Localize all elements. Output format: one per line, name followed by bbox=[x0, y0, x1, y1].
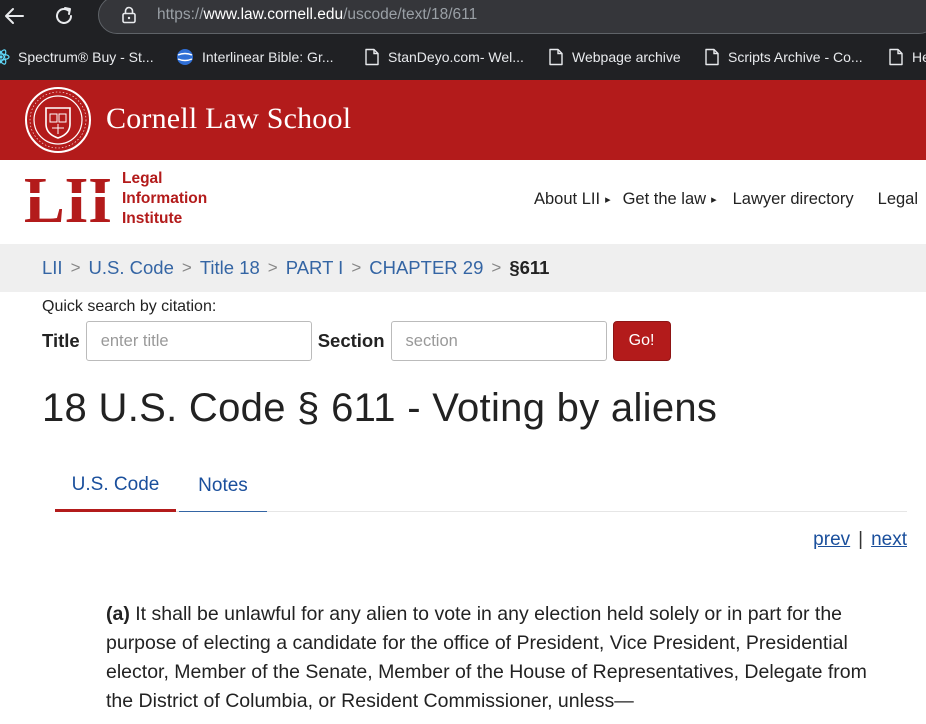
breadcrumb-title-18[interactable]: Title 18 bbox=[200, 257, 260, 279]
breadcrumb-separator: > bbox=[70, 258, 81, 277]
bookmark-label: Spectrum® Buy - St... bbox=[18, 49, 154, 65]
tab-us-code[interactable]: U.S. Code bbox=[55, 460, 176, 512]
breadcrumb-separator: > bbox=[267, 258, 278, 277]
lii-name[interactable]: Legal Information Institute bbox=[122, 169, 207, 229]
section-label: Section bbox=[317, 330, 385, 351]
bookmark-scripts-archive[interactable]: Scripts Archive - Co... bbox=[704, 48, 863, 66]
bookmark-label: Interlinear Bible: Gr... bbox=[202, 49, 334, 65]
next-link[interactable]: next bbox=[871, 529, 907, 550]
bookmark-cut-off[interactable]: He bbox=[888, 48, 926, 66]
statute-paragraph-a: (a) It shall be unlawful for any alien t… bbox=[106, 600, 896, 716]
lock-icon[interactable] bbox=[121, 6, 137, 24]
title-label: Title bbox=[42, 330, 80, 351]
lii-name-line: Institute bbox=[122, 210, 183, 227]
reload-icon bbox=[56, 7, 72, 24]
caret-right-icon: ▸ bbox=[711, 194, 717, 206]
nav-label: Legal bbox=[877, 190, 919, 208]
react-icon bbox=[0, 49, 10, 65]
bookmark-interlinear-bible[interactable]: Interlinear Bible: Gr... bbox=[176, 48, 334, 66]
url-host: www.law.cornell.edu bbox=[203, 6, 344, 23]
page-icon bbox=[365, 48, 379, 66]
bookmark-webpage-archive[interactable]: Webpage archive bbox=[548, 48, 681, 66]
nav-lawyer-directory[interactable]: Lawyer directory bbox=[733, 190, 854, 209]
url-text[interactable]: https://www.law.cornell.edu/uscode/text/… bbox=[157, 6, 477, 24]
page-title: 18 U.S. Code § 611 - Voting by aliens bbox=[42, 386, 718, 430]
breadcrumb-separator: > bbox=[181, 258, 192, 277]
breadcrumb: LII > U.S. Code > Title 18 > PART I > CH… bbox=[0, 244, 926, 292]
lii-name-line: Legal bbox=[122, 170, 163, 187]
nav-label: Get the law bbox=[622, 190, 707, 208]
section-input[interactable] bbox=[390, 321, 607, 361]
cornell-seal-logo[interactable] bbox=[24, 86, 92, 154]
prev-next-divider: | bbox=[858, 529, 864, 550]
top-navigation: About LII ▸ Get the law ▸ Lawyer directo… bbox=[534, 190, 926, 209]
prev-link[interactable]: prev bbox=[813, 529, 850, 550]
content-tabs: U.S. Code Notes bbox=[55, 460, 907, 512]
breadcrumb-separator: > bbox=[351, 258, 362, 277]
paragraph-marker: (a) bbox=[106, 603, 130, 625]
back-arrow-icon bbox=[5, 8, 24, 24]
paragraph-text: It shall be unlawful for any alien to vo… bbox=[106, 603, 867, 712]
bookmark-label: He bbox=[912, 49, 926, 65]
nav-legal[interactable]: Legal bbox=[878, 190, 918, 209]
caret-right-icon: ▸ bbox=[605, 194, 611, 206]
quick-search-label: Quick search by citation: bbox=[42, 298, 217, 315]
bookmark-label: Webpage archive bbox=[572, 49, 681, 65]
lii-logo-text: LII bbox=[24, 172, 112, 224]
quick-search-form: Title Section Go! bbox=[42, 321, 671, 361]
bookmark-label: Scripts Archive - Co... bbox=[728, 49, 863, 65]
reload-button[interactable] bbox=[50, 2, 78, 30]
back-button[interactable] bbox=[0, 2, 28, 30]
nav-get-the-law[interactable]: Get the law ▸ bbox=[623, 190, 717, 209]
breadcrumb-part-i[interactable]: PART I bbox=[286, 257, 344, 279]
title-input[interactable] bbox=[85, 321, 312, 361]
breadcrumb-separator: > bbox=[491, 258, 502, 277]
address-bar[interactable]: https://www.law.cornell.edu/uscode/text/… bbox=[98, 0, 926, 34]
lii-header: LII Legal Information Institute About LI… bbox=[0, 160, 926, 244]
cornell-banner: Cornell Law School bbox=[0, 80, 926, 160]
bookmark-label: StanDeyo.com- Wel... bbox=[388, 49, 524, 65]
url-prefix: https:// bbox=[157, 6, 204, 23]
url-path: /uscode/text/18/611 bbox=[343, 6, 478, 23]
nav-label: About LII bbox=[534, 190, 601, 208]
breadcrumb-current-section: §611 bbox=[509, 257, 550, 278]
page-icon bbox=[889, 48, 903, 66]
go-button[interactable]: Go! bbox=[612, 321, 671, 361]
browser-chrome: https://www.law.cornell.edu/uscode/text/… bbox=[0, 0, 926, 80]
tab-notes[interactable]: Notes bbox=[179, 460, 267, 512]
breadcrumb-us-code[interactable]: U.S. Code bbox=[89, 257, 174, 279]
bookmark-spectrum[interactable]: Spectrum® Buy - St... bbox=[0, 48, 154, 66]
breadcrumb-chapter-29[interactable]: CHAPTER 29 bbox=[369, 257, 483, 279]
cornell-law-school-title[interactable]: Cornell Law School bbox=[106, 102, 351, 136]
bookmarks-bar: Spectrum® Buy - St... Interlinear Bible:… bbox=[0, 36, 926, 80]
page-icon bbox=[705, 48, 719, 66]
breadcrumb-lii[interactable]: LII bbox=[42, 257, 63, 279]
nav-label: Lawyer directory bbox=[732, 190, 854, 208]
nav-about-lii[interactable]: About LII ▸ bbox=[534, 190, 611, 209]
browser-toolbar: https://www.law.cornell.edu/uscode/text/… bbox=[0, 0, 926, 34]
globe-icon bbox=[177, 49, 193, 65]
lii-name-line: Information bbox=[122, 190, 208, 207]
bookmark-standeyo[interactable]: StanDeyo.com- Wel... bbox=[364, 48, 524, 66]
lii-logo[interactable]: LII bbox=[24, 172, 114, 224]
prev-next-nav: prev | next bbox=[813, 529, 907, 551]
page-icon bbox=[549, 48, 563, 66]
